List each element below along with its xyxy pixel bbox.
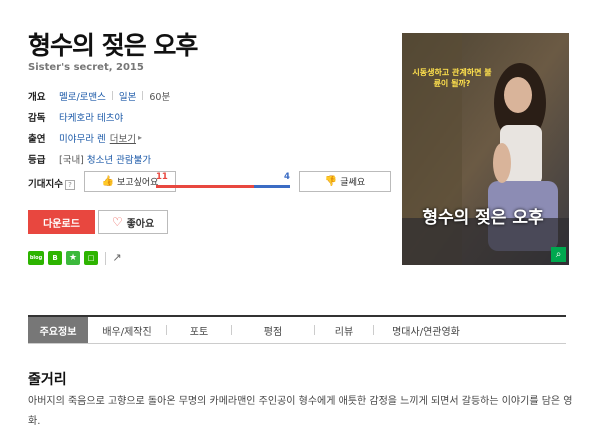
runtime: 60분 — [149, 91, 171, 103]
share-bar: blog B ★ □ ↗ — [28, 251, 124, 265]
tab-review[interactable]: 리뷰 — [315, 317, 373, 343]
tab-photo[interactable]: 포토 — [167, 317, 231, 343]
overview-label: 개요 — [28, 91, 46, 103]
want-to-see-label: 보고싶어요 — [117, 178, 159, 188]
country-link[interactable]: 일본 — [119, 89, 136, 103]
share-box-icon[interactable]: □ — [84, 251, 98, 265]
movie-title: 형수의 젖은 오후 — [28, 31, 198, 60]
overview-row: 개요 멜로/로맨스 일본 60분 — [28, 85, 170, 106]
help-icon[interactable]: ? — [64, 179, 75, 190]
more-link[interactable]: 더보기 — [110, 131, 136, 145]
divider — [111, 91, 113, 100]
tab-main-info[interactable]: 주요정보 — [28, 317, 88, 343]
tab-bar: 주요정보 배우/제작진 포토 평점 리뷰 명대사/연관영화 — [28, 315, 566, 344]
poster-title-art: 형수의 젖은 오후 — [422, 208, 544, 228]
search-icon[interactable]: ⌕ — [551, 247, 566, 262]
not-sure-button[interactable]: 👎 글쎄요 — [299, 171, 391, 192]
share-star-icon[interactable]: ★ — [66, 251, 80, 265]
cast-label: 출연 — [28, 133, 46, 145]
share-band-icon[interactable]: B — [48, 251, 62, 265]
share-icon[interactable]: ↗ — [110, 251, 124, 265]
rating-label: 등급 — [28, 154, 46, 166]
cast-link[interactable]: 미야무라 렌 — [59, 131, 106, 145]
tab-cast-crew[interactable]: 배우/제작진 — [88, 317, 166, 343]
genre-link[interactable]: 멜로/로맨스 — [59, 89, 106, 103]
synopsis-heading: 줄거리 — [28, 372, 67, 388]
like-button[interactable]: ♡ 좋아요 — [98, 210, 168, 234]
chevron-right-icon: ▸ — [137, 133, 142, 142]
director-link[interactable]: 타케호라 테츠야 — [59, 110, 123, 124]
expectation-label: 기대지수? — [28, 176, 75, 190]
share-blog-icon[interactable]: blog — [28, 251, 44, 265]
synopsis-text: 아버지의 죽음으로 고향으로 돌아온 무명의 카메라맨인 주인공이 형수에게 애… — [28, 396, 573, 427]
rating-region: [국내] — [59, 154, 84, 166]
tab-quotes-related[interactable]: 명대사/연관영화 — [374, 317, 478, 343]
movie-subtitle: Sister's secret, 2015 — [28, 62, 144, 73]
divider — [142, 91, 144, 100]
divider — [105, 251, 106, 265]
tab-rating[interactable]: 평점 — [232, 317, 314, 343]
movie-info: 개요 멜로/로맨스 일본 60분 감독 타케호라 테츠야 출연 미야무라 렌 더… — [28, 85, 170, 169]
director-row: 감독 타케호라 테츠야 — [28, 106, 170, 127]
like-label: 좋아요 — [126, 218, 155, 230]
thumbs-up-icon: 👍 — [101, 176, 115, 187]
rating-link[interactable]: 청소년 관람불가 — [87, 152, 151, 166]
like-count: 11 — [156, 172, 168, 182]
download-button[interactable]: 다운로드 — [28, 210, 95, 234]
expectation-ratio-bar — [156, 185, 290, 188]
director-label: 감독 — [28, 112, 46, 124]
rating-row: 등급 [국내] 청소년 관람불가 — [28, 148, 170, 169]
poster-tagline: 시동생하고 관계하면 불륜이 될까? — [412, 68, 492, 88]
thumbs-down-icon: 👎 — [324, 176, 338, 187]
cast-row: 출연 미야무라 렌 더보기 ▸ — [28, 127, 170, 148]
not-sure-label: 글쎄요 — [340, 178, 366, 188]
dislike-count: 4 — [284, 172, 290, 182]
movie-poster[interactable]: 시동생하고 관계하면 불륜이 될까? 형수의 젖은 오후 ⌕ — [402, 33, 569, 265]
expectation-ratio-fill — [156, 185, 255, 188]
expectation-index: 기대지수? 👍 보고싶어요 11 4 👎 글쎄요 — [28, 171, 391, 193]
heart-icon: ♡ — [111, 215, 123, 229]
